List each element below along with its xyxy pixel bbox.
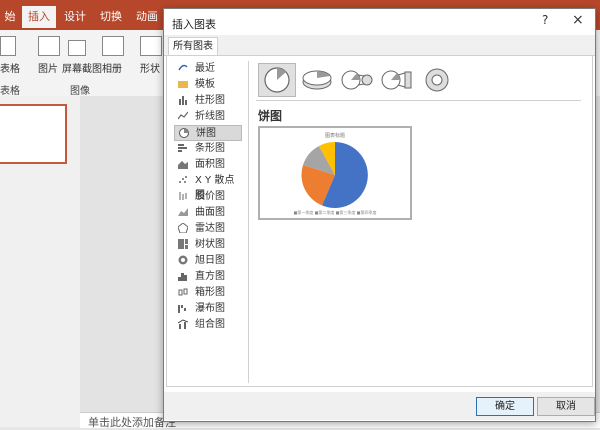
category-label: 折线图 [195,111,225,122]
category-templates[interactable]: 模板 [174,77,240,92]
category-area[interactable]: 面积图 [174,157,240,172]
shapes-icon[interactable] [140,36,162,56]
sunburst-chart-icon [178,255,188,265]
subtype-separator [256,100,581,101]
category-stock[interactable]: 股价图 [174,189,240,204]
category-label: 柱形图 [195,95,225,106]
slide-thumbnail[interactable] [0,104,67,164]
category-label: 旭日图 [195,255,225,266]
line-chart-icon [178,111,188,120]
tab-insert[interactable]: 插入 [22,6,56,28]
subtype-pie[interactable] [258,63,296,97]
category-pie[interactable]: 饼图 [174,125,242,141]
picture-icon[interactable] [38,36,60,56]
category-bar[interactable]: 条形图 [174,141,240,156]
pie-subtype-icon [264,67,290,93]
category-label: 股价图 [195,191,225,202]
chart-preview[interactable]: 图表标题 ■第一季度 ■第二季度 ■第三季度 ■第四季度 [258,126,412,220]
treemap-chart-icon [178,239,188,249]
category-column[interactable]: 柱形图 [174,93,240,108]
dialog-title: 插入图表 [172,18,216,31]
subtype-doughnut[interactable] [418,63,456,97]
preview-legend: ■第一季度 ■第二季度 ■第三季度 ■第四季度 [293,210,377,215]
recent-icon [178,64,188,71]
group-label-table: 表格 [0,86,20,97]
waterfall-chart-icon [178,305,186,313]
camera-icon[interactable] [68,40,86,56]
cancel-button[interactable]: 取消 [537,397,595,416]
category-line[interactable]: 折线图 [174,109,240,124]
tab-animations[interactable]: 动画 [130,6,164,28]
category-sunburst[interactable]: 旭日图 [174,253,240,268]
screenshot-button[interactable]: 屏幕截图 [62,60,102,75]
category-label: 组合图 [195,319,225,330]
table-button[interactable]: 表格 [0,60,20,75]
category-label: 树状图 [195,239,225,250]
doughnut-subtype-icon [425,68,449,92]
help-button[interactable]: ? [542,13,548,27]
category-label: 条形图 [195,143,225,154]
category-label: 模板 [195,79,215,90]
category-label: 箱形图 [195,287,225,298]
category-label: 曲面图 [195,207,225,218]
category-label: 直方图 [195,271,225,282]
tab-all-charts[interactable]: 所有图表 [168,37,218,56]
table-icon[interactable] [0,36,16,56]
album-button[interactable]: 相册 [102,60,122,75]
pie-chart-icon [179,128,189,138]
category-combo[interactable]: 组合图 [174,317,240,332]
picture-button[interactable]: 图片 [38,60,58,75]
album-icon[interactable] [102,36,124,56]
tab-transitions[interactable]: 切换 [94,6,128,28]
group-label-image: 图像 [70,86,90,97]
category-recent[interactable]: 最近 [174,61,240,76]
category-boxwhisker[interactable]: 箱形图 [174,285,240,300]
tab-home[interactable]: 始 [0,6,20,28]
tab-design[interactable]: 设计 [58,6,92,28]
bar-of-pie-subtype-icon [381,70,412,90]
category-label: 饼图 [196,128,216,139]
column-chart-icon [179,96,187,105]
bar-chart-icon [178,144,187,152]
subtype-pie-of-pie[interactable] [338,63,376,97]
subtype-bar-of-pie[interactable] [378,63,416,97]
category-label: 瀑布图 [195,303,225,314]
category-scatter[interactable]: X Y 散点图 [174,173,240,201]
area-chart-icon [178,161,188,169]
category-surface[interactable]: 曲面图 [174,205,240,220]
shapes-button[interactable]: 形状 [140,60,160,75]
3d-pie-subtype-icon [302,70,332,90]
preview-chart-title: 图表标题 [324,133,345,139]
category-radar[interactable]: 雷达图 [174,221,240,236]
histogram-chart-icon [178,273,187,281]
stock-chart-icon [179,192,187,200]
ok-button[interactable]: 确定 [476,397,534,416]
box-whisker-chart-icon [178,288,188,296]
category-divider [248,61,249,383]
subtype-3d-pie[interactable] [298,63,336,97]
folder-icon [178,81,188,88]
category-treemap[interactable]: 树状图 [174,237,240,252]
scatter-chart-icon [179,176,187,183]
chart-type-title: 饼图 [258,109,283,123]
pie-of-pie-subtype-icon [341,70,373,90]
preview-pie [301,142,368,208]
dialog-tab-strip [164,35,595,56]
category-waterfall[interactable]: 瀑布图 [174,301,240,316]
radar-chart-icon [178,223,188,233]
surface-chart-icon [178,208,188,216]
category-histogram[interactable]: 直方图 [174,269,240,284]
category-label: 雷达图 [195,223,225,234]
insert-chart-dialog: 插入图表 ? × 所有图表 最近 模板 柱形图 折线图 饼图 条形图 面积图 X… [163,8,596,422]
combo-chart-icon [178,319,188,329]
close-button[interactable]: × [572,12,584,28]
category-label: 最近 [195,63,215,74]
category-label: 面积图 [195,159,225,170]
